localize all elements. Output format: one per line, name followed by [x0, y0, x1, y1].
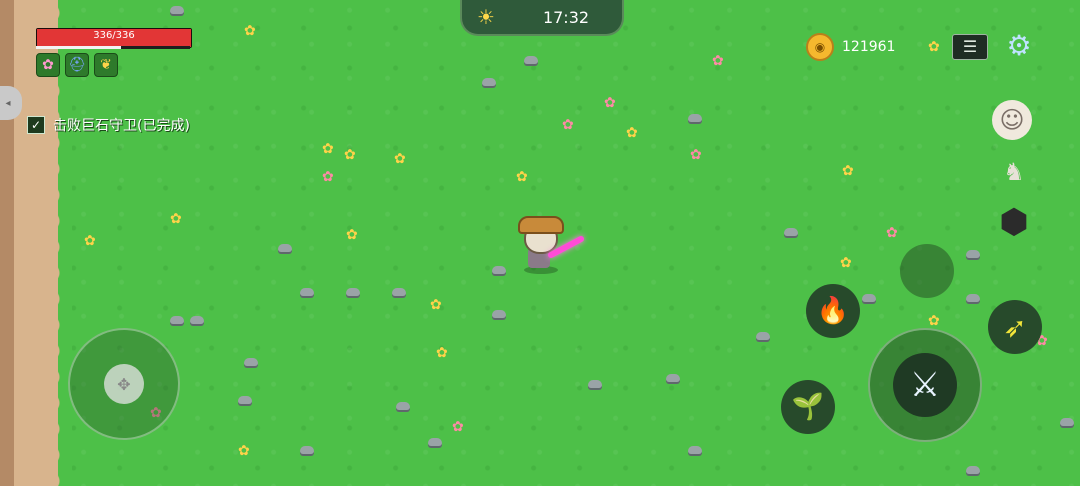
yellow-flower: ✿	[928, 39, 940, 55]
helmet-buff-icon[interactable]: ⛑	[65, 53, 89, 77]
dpad-icon: ✥	[117, 374, 131, 394]
quest-checkbox: ✓	[27, 116, 45, 134]
hp-bar: 336/336	[36, 28, 192, 48]
rock	[278, 244, 292, 252]
rock	[392, 288, 406, 296]
campfire-icon: 🔥	[816, 296, 850, 326]
player-character	[518, 216, 588, 276]
cowboy-hat	[518, 216, 564, 234]
day-time-panel: ☀ 17:32	[460, 0, 624, 36]
campfire-button[interactable]: 🔥	[806, 284, 860, 338]
pink-flower: ✿	[562, 117, 574, 133]
sun-icon: ☀	[477, 5, 495, 29]
rock	[688, 446, 702, 454]
yellow-flower: ✿	[346, 227, 358, 243]
rock	[190, 316, 204, 324]
yellow-flower: ✿	[170, 211, 182, 227]
yellow-flower: ✿	[394, 151, 406, 167]
pink-flower: ✿	[452, 419, 464, 435]
companion-portrait-button[interactable]: ☺	[992, 100, 1032, 140]
rock	[300, 288, 314, 296]
companion-portrait-icon: ☺	[999, 106, 1025, 134]
rock	[300, 446, 314, 454]
yellow-flower: ✿	[840, 255, 852, 271]
menu-button[interactable]: ☰	[952, 34, 988, 60]
rock	[524, 56, 538, 64]
yellow-flower: ✿	[928, 313, 940, 329]
pink-flower: ✿	[712, 53, 724, 69]
helmet-buff-glyph: ⛑	[68, 57, 86, 73]
quest-text: 击败巨石守卫(已完成)	[53, 118, 190, 134]
yellow-flower: ✿	[244, 23, 256, 39]
flower-buff-glyph: ✿	[42, 57, 54, 73]
sword-icon: ⚔	[909, 365, 941, 405]
rock	[756, 332, 770, 340]
xp-fill	[36, 46, 121, 49]
menu-icon: ☰	[962, 37, 978, 56]
rock	[428, 438, 442, 446]
hexagon-portal-icon: ⬢	[999, 202, 1029, 242]
rock	[170, 6, 184, 14]
plant-button[interactable]: 🌱	[781, 380, 835, 434]
rock	[244, 358, 258, 366]
arrow-icon: ◂	[5, 97, 11, 109]
side-drawer-tab[interactable]: ◂	[0, 86, 22, 120]
pet-portrait-icon: ♞	[1003, 158, 1025, 186]
rock	[688, 114, 702, 122]
rock	[346, 288, 360, 296]
plant-buff-icon[interactable]: ❦	[94, 53, 118, 77]
rock	[1060, 418, 1074, 426]
yellow-flower: ✿	[344, 147, 356, 163]
rock	[396, 402, 410, 410]
rock	[170, 316, 184, 324]
quest-tracker[interactable]: ✓ 击败巨石守卫(已完成)	[27, 115, 190, 135]
pet-portrait-button[interactable]: ♞	[994, 152, 1034, 192]
xp-bar	[36, 46, 190, 49]
rock	[492, 310, 506, 318]
pink-flower: ✿	[322, 169, 334, 185]
settings-button[interactable]: ⚙	[1003, 30, 1035, 62]
attack-inner: ⚔	[893, 353, 957, 417]
coin-icon: ◉	[806, 33, 834, 61]
movement-joystick[interactable]: ✥	[68, 328, 180, 440]
yellow-flower: ✿	[626, 125, 638, 141]
buff-list: ✿ ⛑ ❦	[36, 53, 118, 77]
dash-button[interactable]: ➶	[988, 300, 1042, 354]
yellow-flower: ✿	[436, 345, 448, 361]
dash-icon: ➶	[1003, 310, 1027, 344]
yellow-flower: ✿	[238, 443, 250, 459]
flower-buff-icon[interactable]: ✿	[36, 53, 60, 77]
pink-flower: ✿	[690, 147, 702, 163]
rock	[482, 78, 496, 86]
rock	[492, 266, 506, 274]
yellow-flower: ✿	[430, 297, 442, 313]
gear-icon: ⚙	[1006, 29, 1032, 62]
rock	[966, 466, 980, 474]
rock	[966, 294, 980, 302]
rock	[588, 380, 602, 388]
coin-counter: ◉ 121961	[806, 33, 895, 61]
pink-flower: ✿	[886, 225, 898, 241]
sprout-icon: 🌱	[791, 392, 825, 422]
yellow-flower: ✿	[516, 169, 528, 185]
rock	[784, 228, 798, 236]
dungeon-portal-button[interactable]: ⬢	[994, 202, 1034, 242]
game-clock: 17:32	[542, 7, 590, 27]
rock	[666, 374, 680, 382]
yellow-flower: ✿	[322, 141, 334, 157]
plant-buff-glyph: ❦	[100, 57, 112, 73]
hp-text: 336/336	[93, 30, 135, 41]
pink-flower: ✿	[604, 95, 616, 111]
yellow-flower: ✿	[84, 233, 96, 249]
joystick-knob[interactable]: ✥	[104, 364, 144, 404]
rock	[238, 396, 252, 404]
attack-button[interactable]: ⚔	[868, 328, 982, 442]
empty-skill-slot[interactable]	[900, 244, 954, 298]
rock	[966, 250, 980, 258]
rock	[862, 294, 876, 302]
yellow-flower: ✿	[842, 163, 854, 179]
coin-amount: 121961	[842, 39, 896, 55]
